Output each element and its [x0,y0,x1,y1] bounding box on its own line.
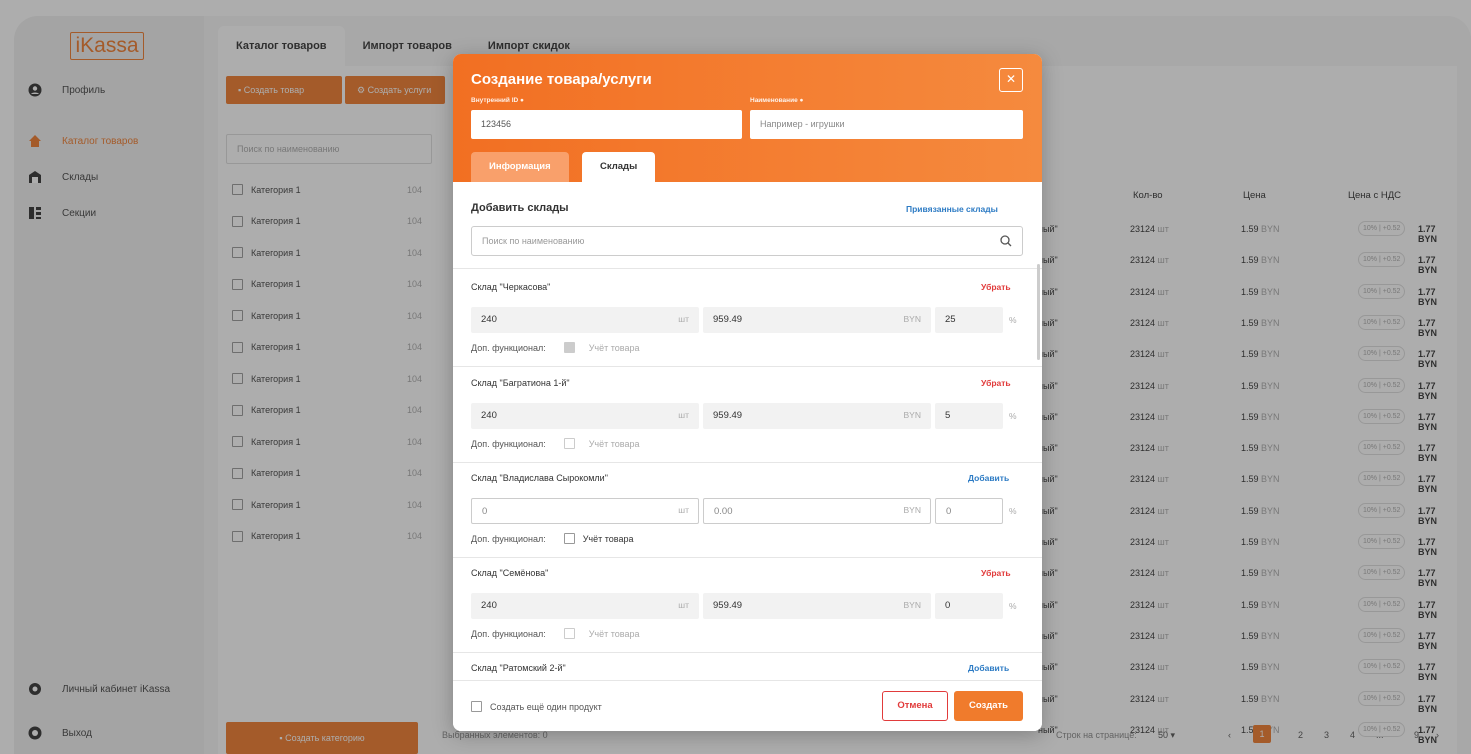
name-label: Наименование ● [750,97,804,104]
divider [453,268,1042,269]
currency-label: BYN [903,410,921,420]
name-input[interactable]: Например - игрушки [750,110,1023,139]
extra-functional: Доп. функционал: Учёт товара [471,628,640,639]
percent-input[interactable]: 5 [935,403,1003,429]
remove-warehouse-button[interactable]: Убрать [981,568,1011,578]
percent-input[interactable]: 0 [935,593,1003,619]
id-label: Внутренний ID ● [471,97,524,104]
accounting-checkbox[interactable] [563,342,575,353]
scrollbar[interactable] [1037,264,1040,360]
percent-label: % [1009,506,1017,516]
currency-label: BYN [903,314,921,324]
percent-input[interactable]: 0 [935,498,1003,524]
search-icon [1000,235,1012,247]
unit-label: шт [678,410,689,420]
unit-label: шт [678,600,689,610]
tab-warehouses[interactable]: Склады [582,152,656,182]
extra-functional: Доп. функционал: Учёт товара [471,533,634,544]
internal-id-input[interactable]: 123456 [471,110,742,139]
warehouse-name: Склад "Семёнова" [471,568,549,578]
remove-warehouse-button[interactable]: Убрать [981,378,1011,388]
percent-label: % [1009,411,1017,421]
warehouse-name: Склад "Ратомский 2-й" [471,663,566,673]
currency-label: BYN [903,505,921,515]
add-warehouse-button[interactable]: Добавить [968,663,1009,673]
info-icon: ● [520,97,524,104]
warehouse-name: Склад "Черкасова" [471,282,551,292]
divider [453,366,1042,367]
warehouse-search-input[interactable]: Поиск по наименованию [471,226,1023,256]
unit-label: шт [678,505,689,515]
cancel-button[interactable]: Отмена [882,691,948,721]
warehouse-name: Склад "Багратиона 1-й" [471,378,570,388]
modal-title: Создание товара/услуги [471,71,652,88]
create-button[interactable]: Создать [954,691,1023,721]
info-icon: ● [799,97,804,104]
create-another-checkbox[interactable]: Создать ещё один продукт [471,701,602,712]
extra-functional: Доп. функционал: Учёт товара [471,438,640,449]
checkbox[interactable] [471,701,482,712]
accounting-checkbox[interactable] [563,628,575,639]
currency-label: BYN [903,600,921,610]
accounting-checkbox[interactable] [563,533,575,544]
modal-header: Создание товара/услуги ✕ Внутренний ID ●… [453,54,1042,182]
divider [453,462,1042,463]
modal-footer: Создать ещё один продукт Отмена Создать [453,680,1042,731]
unit-label: шт [678,314,689,324]
add-warehouses-title: Добавить склады [471,202,569,214]
extra-functional: Доп. функционал: Учёт товара [471,342,640,353]
close-button[interactable]: ✕ [999,68,1023,92]
remove-warehouse-button[interactable]: Убрать [981,282,1011,292]
tab-information[interactable]: Информация [471,152,569,182]
percent-label: % [1009,315,1017,325]
add-warehouse-button[interactable]: Добавить [968,473,1009,483]
accounting-checkbox[interactable] [563,438,575,449]
close-icon: ✕ [1005,72,1017,86]
warehouse-name: Склад "Владислава Сырокомли" [471,473,608,483]
percent-input[interactable]: 25 [935,307,1003,333]
create-product-modal: Создание товара/услуги ✕ Внутренний ID ●… [453,54,1042,731]
divider [453,557,1042,558]
divider [453,652,1042,653]
percent-label: % [1009,601,1017,611]
linked-warehouses-link[interactable]: Привязанные склады [906,204,998,214]
